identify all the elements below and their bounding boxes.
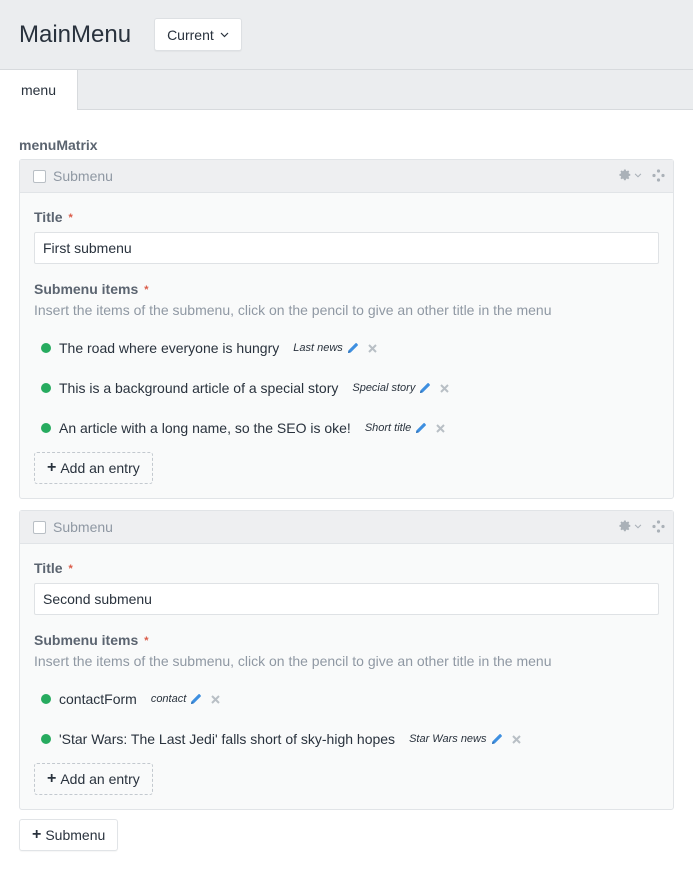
- title-field-label: Title *: [34, 560, 659, 576]
- entry-alias: Star Wars news: [409, 733, 487, 745]
- submenu-items-label-text: Submenu items: [34, 281, 139, 297]
- chevron-down-icon: [634, 173, 642, 178]
- title-input[interactable]: First submenu: [34, 232, 659, 264]
- entry-alias: Short title: [364, 422, 412, 434]
- field-layout: menuMatrix Submenu Title * First submenu…: [0, 110, 693, 851]
- field-instructions: Insert the items of the submenu, click o…: [34, 653, 552, 669]
- submenu-items-label: Submenu items *: [34, 281, 659, 297]
- block-header[interactable]: Submenu: [20, 511, 673, 544]
- remove-icon[interactable]: [440, 383, 450, 393]
- entry-list: The road where everyone is hungry Last n…: [34, 328, 659, 448]
- block-select-checkbox[interactable]: [33, 169, 46, 183]
- pencil-icon[interactable]: [419, 382, 431, 394]
- matrix-block: Submenu Title * First submenu Submenu it…: [19, 159, 674, 499]
- remove-icon[interactable]: [511, 734, 521, 744]
- add-entry-button[interactable]: + Add an entry: [34, 763, 153, 795]
- title-input[interactable]: Second submenu: [34, 583, 659, 615]
- tab-label: menu: [20, 82, 57, 98]
- required-indicator: *: [144, 635, 149, 647]
- plus-icon: +: [32, 826, 42, 843]
- add-entry-button[interactable]: + Add an entry: [34, 452, 153, 484]
- pencil-icon[interactable]: [491, 733, 503, 745]
- entry-title[interactable]: contactForm: [59, 691, 137, 707]
- title-input-value: Second submenu: [43, 591, 152, 607]
- gear-icon[interactable]: [619, 169, 642, 182]
- entry-title[interactable]: This is a background article of a specia…: [59, 380, 338, 396]
- block-actions: [609, 520, 665, 533]
- list-item[interactable]: An article with a long name, so the SEO …: [34, 408, 659, 448]
- move-icon[interactable]: [652, 169, 665, 182]
- remove-icon[interactable]: [368, 343, 377, 353]
- enabled-status-dot: [41, 383, 51, 393]
- block-body: Title * First submenu Submenu items * Inse…: [20, 193, 673, 498]
- block-actions: [609, 169, 665, 182]
- required-indicator: *: [68, 212, 73, 224]
- add-submenu-button[interactable]: + Submenu: [19, 819, 119, 851]
- entry-title[interactable]: 'Star Wars: The Last Jedi' falls short o…: [59, 731, 395, 747]
- title-field-label: Title *: [34, 209, 659, 225]
- enabled-status-dot: [41, 694, 51, 704]
- matrix-field-label: menuMatrix: [19, 137, 98, 153]
- title-label-text: Title: [34, 209, 63, 225]
- submenu-items-label: Submenu items *: [34, 632, 659, 648]
- pencil-icon[interactable]: [347, 342, 359, 354]
- tab-bar: menu: [0, 70, 693, 110]
- block-select-checkbox[interactable]: [33, 520, 46, 534]
- entry-list: contactForm contact 'Star Wars: The Last…: [34, 679, 659, 759]
- required-indicator: *: [68, 563, 73, 575]
- revision-menu-label: Current: [167, 26, 214, 43]
- entry-alias: contact: [150, 693, 187, 705]
- move-icon[interactable]: [652, 520, 665, 533]
- block-body: Title * Second submenu Submenu items * Ins…: [20, 544, 673, 809]
- pencil-icon[interactable]: [415, 422, 427, 434]
- required-indicator: *: [144, 284, 149, 296]
- entry-title[interactable]: The road where everyone is hungry: [59, 340, 279, 356]
- page-title: MainMenu: [19, 20, 132, 48]
- plus-icon: +: [47, 459, 57, 476]
- enabled-status-dot: [41, 343, 51, 353]
- matrix-block: Submenu Title * Second submenu Submenu i…: [19, 510, 674, 810]
- add-submenu-label: Submenu: [45, 827, 106, 843]
- entry-alias: Special story: [352, 382, 416, 394]
- block-type-label: Submenu: [53, 168, 113, 184]
- entry-title[interactable]: An article with a long name, so the SEO …: [59, 420, 351, 436]
- remove-icon[interactable]: [436, 423, 445, 433]
- revision-menu-button[interactable]: Current: [154, 18, 242, 51]
- chevron-down-icon: [220, 32, 229, 38]
- list-item[interactable]: contactForm contact: [34, 679, 659, 719]
- tab-menu[interactable]: menu: [0, 70, 78, 110]
- plus-icon: +: [47, 770, 57, 787]
- list-item[interactable]: 'Star Wars: The Last Jedi' falls short o…: [34, 719, 659, 759]
- submenu-items-label-text: Submenu items: [34, 632, 139, 648]
- title-label-text: Title: [34, 560, 63, 576]
- enabled-status-dot: [41, 423, 51, 433]
- add-entry-label: Add an entry: [60, 771, 140, 787]
- list-item[interactable]: The road where everyone is hungry Last n…: [34, 328, 659, 368]
- pencil-icon[interactable]: [190, 693, 202, 705]
- enabled-status-dot: [41, 734, 51, 744]
- add-entry-label: Add an entry: [60, 460, 140, 476]
- page-header: MainMenu Current: [0, 0, 693, 70]
- entry-alias: Last news: [293, 342, 343, 354]
- title-input-value: First submenu: [43, 240, 132, 256]
- list-item[interactable]: This is a background article of a specia…: [34, 368, 659, 408]
- block-type-label: Submenu: [53, 519, 113, 535]
- gear-icon[interactable]: [619, 520, 642, 533]
- chevron-down-icon: [634, 524, 642, 529]
- field-instructions: Insert the items of the submenu, click o…: [34, 302, 552, 318]
- remove-icon[interactable]: [211, 694, 220, 704]
- block-header[interactable]: Submenu: [20, 160, 673, 193]
